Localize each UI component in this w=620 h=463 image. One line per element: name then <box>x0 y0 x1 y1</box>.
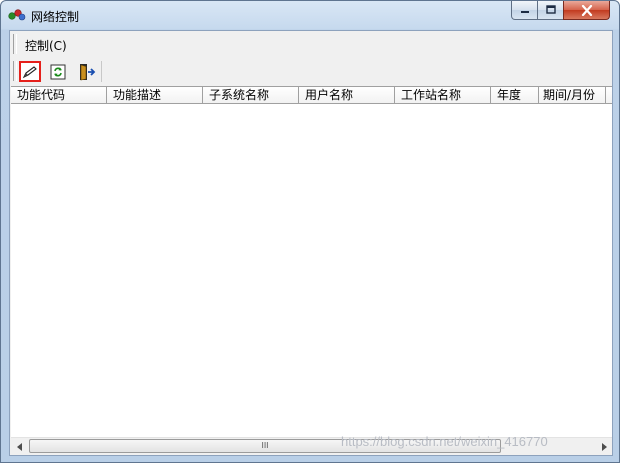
menu-grip[interactable] <box>13 34 17 54</box>
edit-pen-icon <box>22 65 37 78</box>
arrow-left-icon <box>16 442 22 451</box>
toolbar-grip[interactable] <box>13 61 17 81</box>
toolbar-separator <box>101 61 102 82</box>
refresh-icon <box>50 64 66 79</box>
column-header-subsystem-name[interactable]: 子系统名称 <box>203 87 299 104</box>
toolbar <box>10 58 612 85</box>
close-icon <box>581 4 592 16</box>
refresh-button[interactable] <box>47 61 69 82</box>
minimize-icon <box>520 11 529 13</box>
maximize-icon <box>545 5 556 14</box>
app-window: 网络控制 控制(C) 功能代码 功能描述 子系统名称 用户名称 工作站名称 年度… <box>0 0 620 463</box>
scroll-left-button[interactable] <box>11 438 28 455</box>
column-header-function-code[interactable]: 功能代码 <box>11 87 107 104</box>
watermark-text: https://blog.csdn.net/weixin_416770 <box>341 434 548 449</box>
exit-button[interactable] <box>76 61 98 82</box>
column-header-user-name[interactable]: 用户名称 <box>299 87 395 104</box>
menu-control[interactable]: 控制(C) <box>21 36 71 55</box>
client-area: 控制(C) 功能代码 功能描述 子系统名称 用户名称 工作站名称 年度 期间/月… <box>9 30 613 456</box>
column-header-filler <box>606 87 612 104</box>
edit-button[interactable] <box>19 61 41 82</box>
column-header-function-description[interactable]: 功能描述 <box>107 87 203 104</box>
column-header-year[interactable]: 年度 <box>491 87 539 104</box>
exit-door-icon <box>80 63 96 80</box>
title-bar[interactable]: 网络控制 <box>1 1 619 30</box>
minimize-button[interactable] <box>511 1 538 20</box>
scroll-thumb-grip: III <box>261 441 269 450</box>
menu-bar: 控制(C) <box>10 31 612 59</box>
close-button[interactable] <box>563 1 610 20</box>
column-header-period-month[interactable]: 期间/月份 <box>539 87 606 104</box>
maximize-button[interactable] <box>537 1 564 20</box>
arrow-right-icon <box>601 442 607 451</box>
window-title: 网络控制 <box>31 10 80 24</box>
app-icon <box>8 9 26 21</box>
scroll-right-button[interactable] <box>595 438 612 455</box>
data-grid[interactable]: 功能代码 功能描述 子系统名称 用户名称 工作站名称 年度 期间/月份 III <box>11 86 612 455</box>
grid-header: 功能代码 功能描述 子系统名称 用户名称 工作站名称 年度 期间/月份 <box>11 87 612 104</box>
column-header-workstation-name[interactable]: 工作站名称 <box>395 87 491 104</box>
